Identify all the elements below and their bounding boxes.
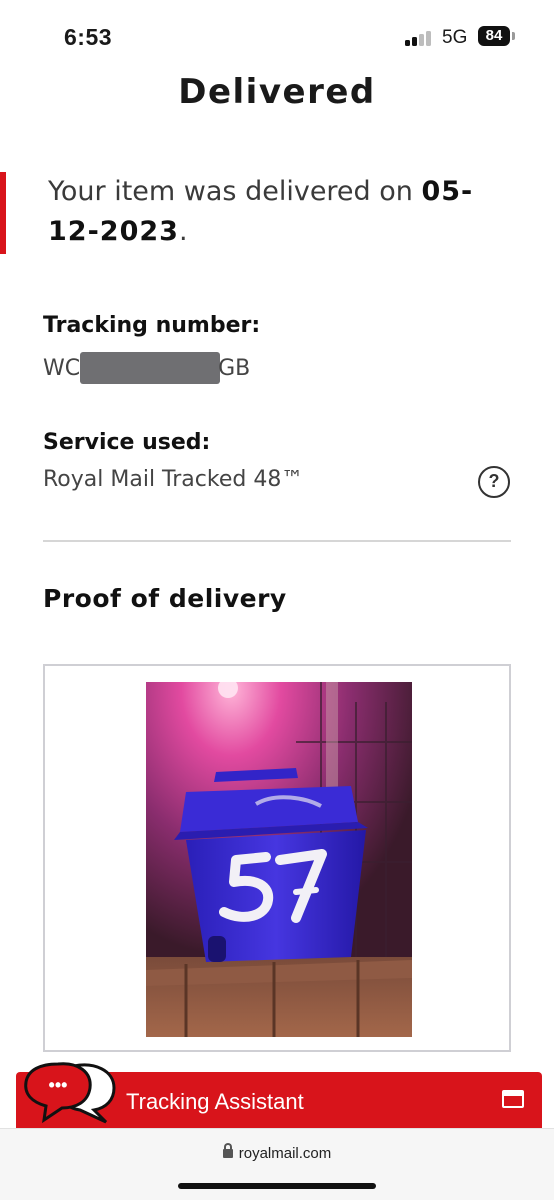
service-used-value: Royal Mail Tracked 48™ [43, 467, 304, 492]
battery-tip [512, 32, 515, 40]
delivery-message-suffix: . [178, 216, 188, 247]
chat-dots: ••• [49, 1075, 68, 1095]
url-text[interactable]: royalmail.com [239, 1145, 332, 1162]
chat-bubble-icon[interactable]: ••• [22, 1058, 118, 1124]
tracking-number-label: Tracking number: [43, 313, 261, 338]
url-bar[interactable]: royalmail.com [0, 1143, 554, 1162]
tracking-number-end: GB [218, 355, 251, 381]
question-circle-icon[interactable]: ? [478, 466, 510, 498]
page-title: Delivered [178, 72, 376, 112]
status-accent-bar [0, 172, 6, 254]
status-time: 6:53 [64, 24, 113, 50]
window-maximize-icon[interactable] [502, 1090, 524, 1108]
service-used-label: Service used: [43, 430, 211, 455]
status-bar: 6:53 5G 84 [0, 0, 554, 72]
section-divider [43, 540, 511, 542]
tracking-assistant-label[interactable]: Tracking Assistant [126, 1089, 304, 1115]
chat-bubble-graphic: ••• [24, 1062, 116, 1124]
browser-bottom-bar: royalmail.com [0, 1128, 554, 1200]
tracking-number-start: WC [43, 355, 81, 381]
lock-icon [222, 1143, 233, 1158]
proof-of-delivery-photo[interactable] [146, 682, 412, 1037]
proof-of-delivery-heading: Proof of delivery [43, 584, 287, 613]
proof-photo-frame [43, 664, 511, 1052]
redaction-block [80, 352, 221, 384]
delivery-message-prefix: Your item was delivered on [48, 176, 422, 207]
proof-photo-illustration [146, 682, 412, 1037]
battery-icon: 84 [478, 26, 510, 46]
tracking-number-value: WC GB [43, 352, 250, 384]
home-indicator[interactable] [178, 1183, 376, 1189]
cellular-signal-icon [405, 30, 435, 46]
network-type: 5G [442, 27, 468, 48]
delivery-message: Your item was delivered on 05-12-2023. [48, 172, 518, 252]
